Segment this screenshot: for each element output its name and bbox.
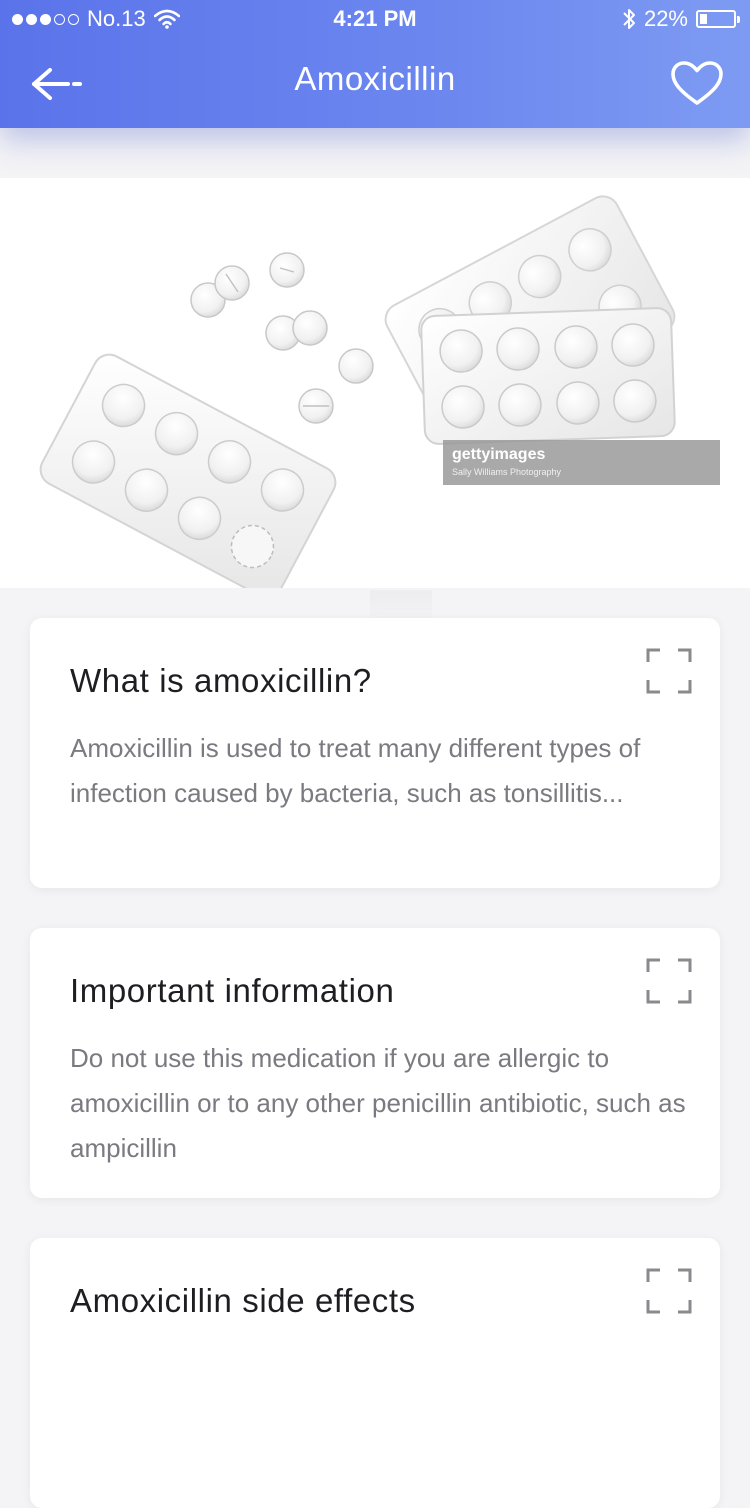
card-body: Do not use this medication if you are al… (70, 1043, 686, 1163)
info-card-important[interactable]: Important information Do not use this me… (30, 928, 720, 1198)
heart-outline-icon[interactable] (670, 60, 724, 108)
battery-icon (696, 10, 740, 28)
watermark-credit: Sally Williams Photography (452, 467, 562, 477)
pill-blister-photo (39, 195, 720, 588)
page-title: Amoxicillin (294, 60, 456, 97)
battery-percent: 22% (643, 6, 688, 31)
bluetooth-icon (623, 9, 635, 29)
card-title: Important information (70, 972, 395, 1009)
card-title: What is amoxicillin? (70, 662, 372, 699)
card-body: Amoxicillin is used to treat many differ… (70, 733, 641, 808)
battery-fill (700, 14, 707, 24)
info-card-what-is[interactable]: What is amoxicillin? Amoxicillin is used… (30, 618, 720, 888)
header: No.13 4:21 PM 22% Amoxicillin (0, 0, 750, 128)
expand-icon[interactable] (646, 648, 692, 694)
expand-icon[interactable] (646, 1268, 692, 1314)
expand-icon[interactable] (646, 958, 692, 1004)
status-right: 22% (622, 6, 740, 32)
status-bar: No.13 4:21 PM 22% (0, 0, 750, 40)
navigation-bar: Amoxicillin (0, 40, 750, 128)
drug-hero-image: gettyimages Sally Williams Photography (0, 178, 750, 588)
watermark-brand: gettyimages (452, 446, 546, 463)
info-card-side-effects[interactable]: Amoxicillin side effects (30, 1238, 720, 1508)
card-title: Amoxicillin side effects (70, 1282, 416, 1319)
